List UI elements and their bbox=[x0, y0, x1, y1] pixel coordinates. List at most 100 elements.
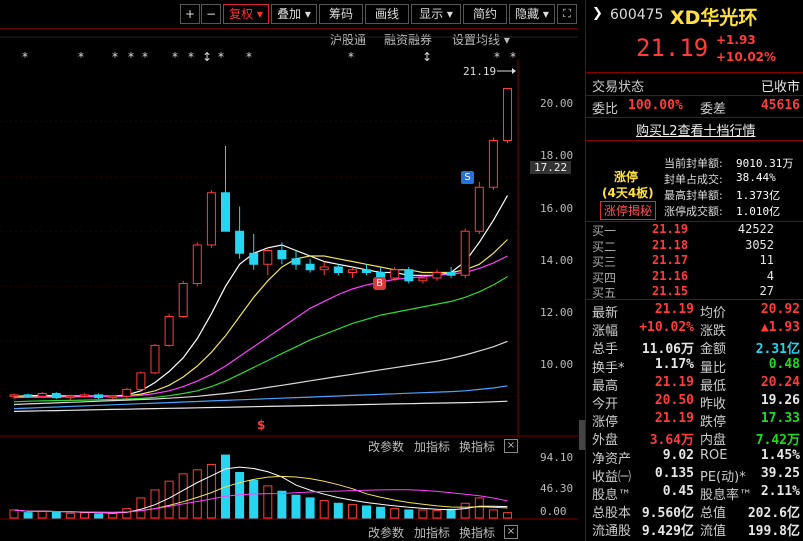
volume-switch-indicator[interactable]: 换指标 bbox=[459, 438, 495, 455]
price-pct: +10.02% bbox=[716, 50, 777, 64]
stat-row: 涨停 21.19 跌停 17.33 bbox=[586, 411, 802, 430]
stat-key-left: 外盘 bbox=[592, 433, 619, 449]
zt-reveal-button[interactable]: 涨停揭秘 bbox=[600, 201, 657, 220]
buy-level-price: 21.18 bbox=[652, 237, 689, 252]
event-star-marker[interactable]: * bbox=[218, 50, 224, 64]
stat-value-left: 1.17% bbox=[654, 356, 694, 372]
candle-body bbox=[474, 186, 484, 232]
event-star-marker[interactable]: * bbox=[22, 50, 28, 64]
stat-value-left: 11.06万 bbox=[641, 342, 694, 358]
moving-average-line bbox=[13, 195, 509, 397]
buy-level-row[interactable]: 买一 21.19 42522 bbox=[586, 222, 802, 238]
candle-body bbox=[404, 269, 414, 282]
y-tick-12: 12.00 bbox=[540, 306, 574, 319]
stat-row: 股息™ 0.45 股息率™ 2.11% bbox=[586, 484, 802, 503]
sub-switch-indicator[interactable]: 换指标 bbox=[459, 524, 495, 541]
volume-bar bbox=[432, 510, 442, 519]
volume-bar bbox=[108, 512, 118, 519]
volume-bar bbox=[51, 511, 61, 519]
volume-add-indicator[interactable]: 加指标 bbox=[414, 438, 450, 455]
stat-key-right: 股息率™ bbox=[700, 488, 753, 503]
candle-body bbox=[305, 263, 315, 271]
trade-state-row: 交易状态 已收市 bbox=[586, 76, 802, 95]
stat-value-right: 39.25 bbox=[760, 465, 800, 481]
event-star-marker[interactable]: * bbox=[172, 50, 178, 64]
event-star-marker[interactable]: * bbox=[128, 50, 134, 64]
buy-level-row[interactable]: 买二 21.18 3052 bbox=[586, 237, 802, 254]
stat-key-left: 收益㈠ bbox=[592, 469, 632, 485]
chevron-down-icon[interactable]: ❯ bbox=[592, 6, 603, 21]
volume-close-icon[interactable]: × bbox=[504, 439, 518, 453]
candle-body bbox=[446, 272, 456, 276]
candle-body bbox=[178, 283, 188, 317]
stat-value-right: 19.26 bbox=[760, 393, 800, 408]
volume-bar bbox=[503, 512, 512, 519]
buy-level-price: 21.15 bbox=[652, 284, 689, 298]
moving-average-line bbox=[13, 276, 508, 403]
candle-body bbox=[263, 250, 273, 265]
event-star-marker[interactable]: * bbox=[494, 50, 500, 64]
volume-bar bbox=[319, 500, 329, 519]
event-star-marker[interactable]: ↕ bbox=[422, 50, 432, 64]
candle-body bbox=[51, 393, 61, 399]
candle-body bbox=[37, 393, 47, 397]
stat-key-left: 流通股 bbox=[592, 524, 632, 540]
candle-body bbox=[277, 250, 287, 260]
vol-tick-zero: 0.00 bbox=[540, 505, 567, 518]
event-star-marker[interactable]: ↕ bbox=[202, 50, 212, 64]
stat-value-left: 9.02 bbox=[662, 447, 694, 463]
fengdan-value: 1.373亿 bbox=[736, 189, 781, 202]
volume-change-params[interactable]: 改参数 bbox=[368, 438, 404, 455]
buy-level-row[interactable]: 买四 21.16 4 bbox=[586, 269, 802, 285]
stat-value-right: 7.42万 bbox=[755, 433, 800, 449]
volume-bar bbox=[192, 469, 202, 519]
candle-body bbox=[488, 140, 498, 188]
event-star-marker[interactable]: * bbox=[78, 50, 84, 64]
stat-value-left: 9.560亿 bbox=[641, 506, 694, 522]
volume-bar bbox=[65, 512, 75, 519]
candle-body bbox=[108, 395, 118, 399]
buy-level-key: 买一 bbox=[592, 224, 617, 238]
volume-bar bbox=[23, 512, 33, 519]
event-star-marker[interactable]: * bbox=[246, 50, 252, 64]
event-star-marker[interactable]: * bbox=[510, 50, 516, 64]
stat-value-left: 21.19 bbox=[654, 411, 694, 427]
stat-key-right: ROE bbox=[700, 447, 728, 463]
candle-body bbox=[150, 344, 160, 374]
stat-key-left: 股息™ bbox=[592, 488, 632, 503]
stat-value-right: 199.8亿 bbox=[747, 524, 800, 540]
sell-signal-marker[interactable]: S bbox=[461, 171, 474, 184]
event-star-marker[interactable]: * bbox=[142, 50, 148, 64]
stat-value-left: 20.50 bbox=[654, 393, 694, 408]
weicha-value: 45616 bbox=[760, 98, 800, 113]
buy-level-row[interactable]: 买三 21.17 11 bbox=[586, 253, 802, 269]
volume-bar bbox=[418, 509, 428, 519]
y-tick-16: 16.00 bbox=[540, 202, 574, 215]
stat-key-left: 总手 bbox=[592, 342, 619, 358]
sub-close-icon[interactable]: × bbox=[504, 525, 518, 539]
dividend-marker[interactable]: $ bbox=[257, 418, 265, 432]
buy-signal-marker[interactable]: B bbox=[373, 277, 386, 290]
sub-add-indicator[interactable]: 加指标 bbox=[414, 524, 450, 541]
buy-l2-link[interactable]: 购买L2查看十档行情 bbox=[636, 120, 756, 139]
sub-change-params[interactable]: 改参数 bbox=[368, 524, 404, 541]
y-tick-20: 20.00 bbox=[540, 97, 574, 110]
volume-bar bbox=[460, 502, 470, 519]
volume-bar bbox=[291, 494, 301, 519]
event-star-marker[interactable]: * bbox=[188, 50, 194, 64]
stat-value-left: 0.45 bbox=[662, 484, 694, 499]
buy-level-row[interactable]: 买五 21.15 27 bbox=[586, 284, 802, 300]
candle-body bbox=[9, 394, 19, 397]
stat-row: 总手 11.06万 金额 2.31亿 bbox=[586, 338, 802, 357]
stat-value-right: 17.33 bbox=[760, 411, 800, 427]
volume-bar bbox=[390, 508, 400, 519]
event-star-marker[interactable]: * bbox=[348, 50, 354, 64]
moving-average-line bbox=[14, 239, 508, 397]
stat-value-left: 3.64万 bbox=[649, 433, 694, 449]
stat-key-right: 跌停 bbox=[700, 415, 727, 431]
y-tick-14: 14.00 bbox=[540, 254, 574, 267]
stat-value-right: 1.45% bbox=[760, 447, 800, 463]
event-star-marker[interactable]: * bbox=[112, 50, 118, 64]
buy-level-volume: 27 bbox=[759, 284, 774, 298]
kline-chart[interactable]: 21.19 bbox=[0, 0, 580, 541]
